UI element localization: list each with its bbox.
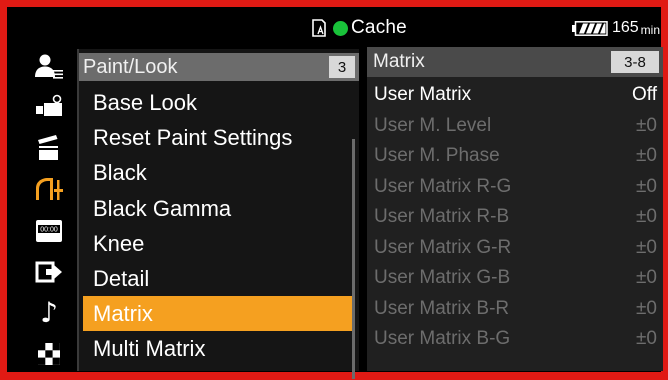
setting-label: User Matrix B-R <box>374 297 510 319</box>
camera-icon[interactable] <box>34 92 64 122</box>
setting-label: User Matrix R-G <box>374 175 512 197</box>
menu-page-number: 3 <box>329 56 355 78</box>
setting-value: ±0 <box>636 236 657 258</box>
setting-row-user-matrix-g-b: User Matrix G-B ±0 <box>367 263 663 294</box>
setting-label: User Matrix <box>374 84 472 105</box>
setting-value: Off <box>632 84 657 105</box>
setting-value: ±0 <box>636 297 657 319</box>
matrix-panel: Matrix 3-8 User Matrix Off User M. Level ±0… <box>367 47 663 371</box>
setting-label: User Matrix R-B <box>374 206 510 227</box>
setting-row-user-matrix-r-b: User Matrix R-B ±0 <box>367 202 663 233</box>
timecode-icon[interactable]: 00:00 <box>34 216 64 246</box>
matrix-title: Matrix <box>373 51 425 72</box>
setting-label: User Matrix B-G <box>374 328 511 349</box>
setting-row-user-m-level: User M. Level ±0 <box>367 111 663 142</box>
paint-look-icon[interactable] <box>34 174 64 204</box>
menu-scroll-thumb[interactable] <box>352 139 355 379</box>
menu-item-matrix[interactable]: Matrix <box>83 296 355 332</box>
svg-text:00:00: 00:00 <box>40 226 58 233</box>
menu-item-knee[interactable]: Knee <box>83 226 355 261</box>
menu-item-black-gamma[interactable]: Black Gamma <box>83 191 355 226</box>
recording-status-dot <box>333 20 348 36</box>
cache-label: Cache <box>351 17 407 38</box>
menu-item-reset-paint-settings[interactable]: Reset Paint Settings <box>83 120 355 155</box>
user-settings-icon[interactable] <box>34 51 64 81</box>
setting-row-user-matrix-r-g: User Matrix R-G ±0 <box>367 172 663 203</box>
setting-row-user-matrix-b-g: User Matrix B-G ±0 <box>367 324 663 355</box>
setting-label: User Matrix G-R <box>374 236 512 258</box>
matrix-settings-list: User Matrix Off User M. Level ±0 User M. Pha… <box>367 80 663 355</box>
clapperboard-icon[interactable] <box>34 133 64 163</box>
setting-label: User M. Phase <box>374 145 500 166</box>
menu-item-black[interactable]: Black <box>83 155 355 190</box>
setting-label: User Matrix G-B <box>374 267 511 288</box>
menu-title: Paint/Look <box>83 56 178 78</box>
viewfinder-frame: Cache 165 min 00:00 ♪ Paint/Look 3 Base … <box>0 0 668 380</box>
setting-value: ±0 <box>636 114 657 136</box>
setting-value: ±0 <box>636 145 657 166</box>
matrix-header: Matrix 3-8 <box>367 47 663 77</box>
setting-row-user-matrix-b-r: User Matrix B-R ±0 <box>367 294 663 325</box>
battery-remaining-unit: min <box>640 22 660 37</box>
setting-value: ±0 <box>636 328 657 349</box>
output-icon[interactable] <box>34 257 64 287</box>
battery-status: 165 min <box>571 18 660 38</box>
setting-value: ±0 <box>636 206 657 227</box>
setting-value: ±0 <box>636 175 657 197</box>
audio-note-icon[interactable]: ♪ <box>34 297 64 328</box>
menu-header: Paint/Look 3 <box>79 53 359 81</box>
menu-item-multi-matrix[interactable]: Multi Matrix <box>83 331 355 366</box>
status-bar: Cache 165 min <box>14 14 668 42</box>
menu-item-base-look[interactable]: Base Look <box>83 85 355 120</box>
menu-scrollbar[interactable] <box>352 139 355 379</box>
battery-icon <box>571 20 608 36</box>
setting-value: ±0 <box>636 267 657 288</box>
paint-look-menu: Paint/Look 3 Base Look Reset Paint Settin… <box>77 49 359 379</box>
setting-row-user-m-phase: User M. Phase ±0 <box>367 141 663 172</box>
checker-icon[interactable] <box>34 339 64 369</box>
category-icon-column: 00:00 ♪ <box>25 49 73 371</box>
menu-list: Base Look Reset Paint Settings Black Black … <box>79 85 359 367</box>
battery-remaining-value: 165 <box>611 19 639 36</box>
setting-row-user-matrix-g-r: User Matrix G-R ±0 <box>367 233 663 264</box>
menu-item-detail[interactable]: Detail <box>83 261 355 296</box>
cache-status: Cache <box>310 17 407 39</box>
setting-row-user-matrix[interactable]: User Matrix Off <box>367 80 663 111</box>
setting-label: User M. Level <box>374 114 492 136</box>
media-card-icon <box>312 19 326 37</box>
matrix-page-number: 3-8 <box>611 51 659 73</box>
